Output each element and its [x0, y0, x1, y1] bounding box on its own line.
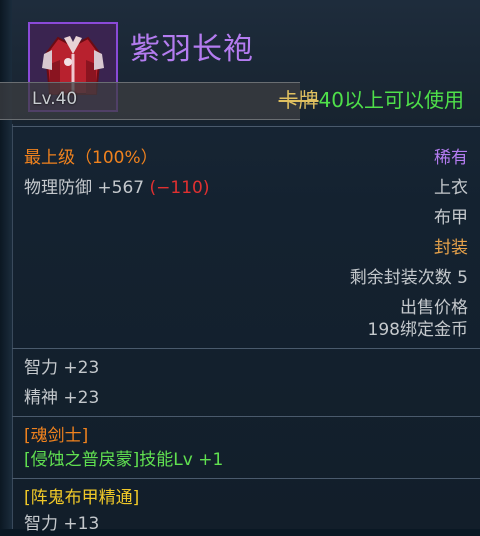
seal-status: 封装 [434, 238, 468, 258]
requirement-struck: 卡牌 [278, 88, 319, 112]
stat-intelligence: 智力 +23 [24, 358, 100, 378]
item-level: Lv.40 [32, 89, 78, 109]
armor-type: 布甲 [434, 208, 468, 228]
class-bonus-title: [魂剑士] [24, 426, 89, 446]
divider [12, 478, 480, 479]
defense-diff: (−110) [149, 178, 210, 198]
level-requirement: 卡牌40以上可以使用 [279, 86, 464, 114]
item-slot: 上衣 [434, 178, 468, 198]
seal-remaining: 剩余封装次数 5 [349, 268, 468, 288]
divider [12, 416, 480, 417]
stat-spirit: 精神 +23 [24, 388, 100, 408]
sell-price: 198绑定金币 [367, 320, 468, 340]
item-grade: 最上级（100%） [24, 148, 158, 168]
defense-value: 物理防御 +567 [24, 178, 145, 198]
mastery-stat: 智力 +13 [24, 514, 100, 534]
item-rarity: 稀有 [434, 148, 468, 168]
left-edge-strip [0, 0, 12, 529]
item-name: 紫羽长袍 [130, 32, 254, 67]
physical-defense: 物理防御 +567 (−110) [24, 176, 209, 200]
requirement-text: 40以上可以使用 [318, 88, 464, 112]
mastery-title: [阵鬼布甲精通] [24, 488, 140, 508]
sell-label: 出售价格 [400, 298, 468, 318]
class-skill-bonus: [侵蚀之普戾蒙]技能Lv +1 [24, 450, 224, 470]
divider [12, 126, 480, 127]
divider [12, 348, 480, 349]
